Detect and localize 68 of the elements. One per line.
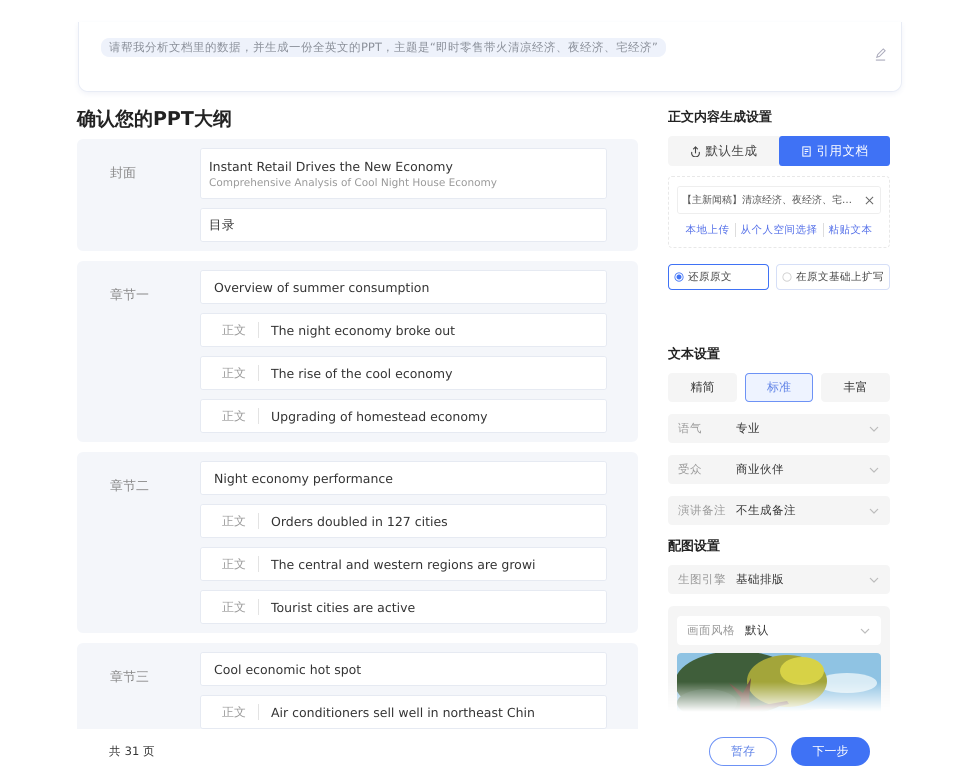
- upload-icon: [690, 146, 700, 156]
- body-tag: 正文: [214, 408, 259, 424]
- radio-option[interactable]: 还原原文: [668, 264, 769, 290]
- select-field[interactable]: 受众 商业伙伴: [668, 455, 890, 484]
- page-count: 共 31 页: [109, 744, 156, 758]
- select-value: 商业伙伴: [736, 462, 785, 477]
- body-tag: 正文: [214, 322, 259, 338]
- body-title: The night economy broke out: [271, 322, 456, 338]
- select-value: 不生成备注: [736, 503, 797, 518]
- select-value: 默认: [745, 623, 770, 638]
- body-title: The rise of the cool economy: [271, 366, 452, 380]
- prompt-text: 请帮我分析文档里的数据，并生成一份全英文的PPT，主题是“即时零售带火清凉经济、夜经济、宅经济”: [101, 38, 666, 57]
- body-row[interactable]: 正文 Air conditioners sell well in northeast Chin: [200, 695, 607, 729]
- select-value: 专业: [736, 421, 761, 436]
- body-title: Air conditioners sell well in northeast Chin: [271, 704, 535, 720]
- close-icon[interactable]: [865, 196, 874, 204]
- body-tag: 正文: [214, 365, 259, 381]
- body-row[interactable]: 正文 Orders doubled in 127 cities: [200, 504, 607, 538]
- save-button[interactable]: 暂存: [709, 736, 777, 766]
- select-label: 演讲备注: [678, 503, 727, 518]
- radio-option[interactable]: 在原文基础上扩写: [776, 264, 890, 290]
- document-icon: [800, 146, 812, 156]
- select-field[interactable]: 画面风格 默认: [677, 616, 881, 645]
- body-tag: 正文: [214, 599, 259, 615]
- subtitle-text: Comprehensive Analysis of Cool Night House Economy: [209, 176, 497, 188]
- select-field[interactable]: 演讲备注 不生成备注: [668, 496, 890, 525]
- select-label: 受众: [678, 462, 703, 477]
- body-title: The central and western regions are growi: [271, 556, 536, 572]
- section-label: 封面: [109, 165, 137, 182]
- title-text: Instant Retail Drives the New Economy: [209, 158, 453, 174]
- chapter-title-field[interactable]: Night economy performance: [200, 461, 607, 495]
- document-name: 【主新闻稿】清凉经济、夜经济、宅…: [682, 194, 852, 207]
- mode-tab[interactable]: 默认生成: [668, 136, 779, 166]
- cover-field[interactable]: Instant Retail Drives the New Economy Comprehensive Analysis of Cool Night House Economy: [200, 148, 607, 199]
- outline-field[interactable]: 目录: [200, 208, 607, 242]
- link[interactable]: 本地上传: [680, 223, 734, 237]
- chapter-title-field[interactable]: Overview of summer consumption: [200, 270, 607, 304]
- select-value: 基础排版: [736, 572, 785, 587]
- link[interactable]: 从个人空间选择: [734, 223, 822, 237]
- section-label: 章节一: [109, 287, 150, 304]
- body-title: Tourist cities are active: [271, 600, 416, 614]
- body-row[interactable]: 正文 The rise of the cool economy: [200, 356, 607, 390]
- body-row[interactable]: 正文 Tourist cities are active: [200, 590, 607, 624]
- chapter-title-field[interactable]: Cool economic hot spot: [200, 652, 607, 686]
- section-label: 章节二: [109, 478, 150, 495]
- select-label: 画面风格: [687, 623, 736, 638]
- body-row[interactable]: 正文 The night economy broke out: [200, 313, 607, 347]
- select-label: 生图引擎: [678, 572, 727, 587]
- body-tag: 正文: [214, 513, 259, 529]
- text-settings-heading: 文本设置: [668, 346, 721, 363]
- image-settings-heading: 配图设置: [668, 538, 721, 555]
- body-title: Orders doubled in 127 cities: [271, 514, 448, 528]
- link[interactable]: 粘贴文本: [822, 223, 878, 237]
- select-field[interactable]: 语气 专业: [668, 414, 890, 443]
- section-label: 章节三: [109, 669, 150, 686]
- body-title: Upgrading of homestead economy: [271, 408, 488, 424]
- body-tag: 正文: [214, 704, 259, 720]
- length-option[interactable]: 精简: [668, 373, 737, 402]
- outline-heading: 确认您的PPT大纲: [77, 108, 233, 130]
- body-row[interactable]: 正文 The central and western regions are growi: [200, 547, 607, 581]
- body-row[interactable]: 正文 Upgrading of homestead economy: [200, 399, 607, 433]
- next-button[interactable]: 下一步: [791, 736, 870, 766]
- settings-heading: 正文内容生成设置: [668, 108, 773, 126]
- mode-tab[interactable]: 引用文档: [779, 136, 890, 166]
- body-tag: 正文: [214, 556, 259, 572]
- length-option[interactable]: 丰富: [821, 373, 890, 402]
- select-field[interactable]: 生图引擎 基础排版: [668, 565, 890, 594]
- select-label: 语气: [678, 421, 703, 436]
